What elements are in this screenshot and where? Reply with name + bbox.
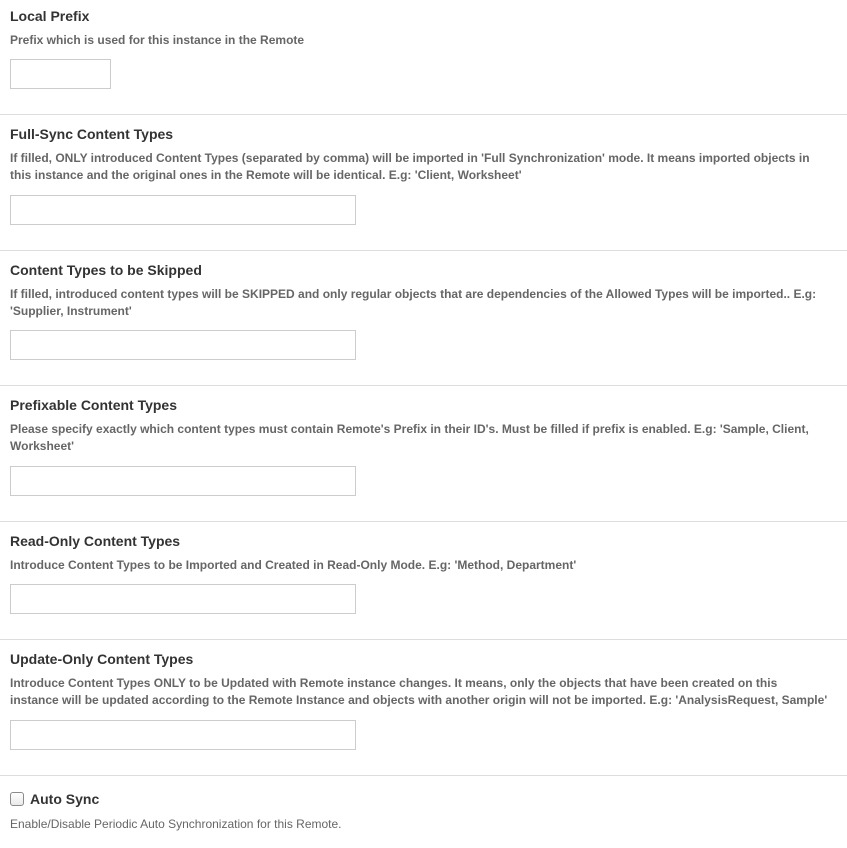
- prefixable-content-types-field: Prefixable Content Types Please specify …: [0, 386, 847, 522]
- skipped-content-types-label: Content Types to be Skipped: [10, 262, 202, 278]
- skipped-content-types-field: Content Types to be Skipped If filled, i…: [0, 251, 847, 386]
- auto-sync-label: Auto Sync: [30, 791, 100, 807]
- full-sync-content-types-field: Full-Sync Content Types If filled, ONLY …: [0, 115, 847, 251]
- full-sync-content-types-help: If filled, ONLY introduced Content Types…: [10, 151, 810, 182]
- update-only-content-types-help: Introduce Content Types ONLY to be Updat…: [10, 676, 828, 707]
- local-prefix-input[interactable]: [10, 59, 111, 89]
- prefixable-content-types-label: Prefixable Content Types: [10, 397, 178, 413]
- read-only-content-types-field: Read-Only Content Types Introduce Conten…: [0, 522, 847, 640]
- read-only-content-types-help: Introduce Content Types to be Imported a…: [10, 558, 577, 572]
- full-sync-content-types-input[interactable]: [10, 195, 356, 225]
- read-only-content-types-input[interactable]: [10, 584, 356, 614]
- auto-sync-toggle[interactable]: Auto Sync: [10, 791, 99, 807]
- prefixable-content-types-help: Please specify exactly which content typ…: [10, 422, 809, 453]
- update-only-content-types-field: Update-Only Content Types Introduce Cont…: [0, 640, 847, 776]
- auto-sync-field: Auto Sync Enable/Disable Periodic Auto S…: [0, 776, 847, 848]
- auto-sync-help: Enable/Disable Periodic Auto Synchroniza…: [10, 817, 342, 831]
- skipped-content-types-help: If filled, introduced content types will…: [10, 287, 817, 318]
- local-prefix-label: Local Prefix: [10, 8, 90, 24]
- local-prefix-field: Local Prefix Prefix which is used for th…: [0, 0, 847, 115]
- skipped-content-types-input[interactable]: [10, 330, 356, 360]
- auto-sync-checkbox[interactable]: [10, 792, 24, 806]
- full-sync-content-types-label: Full-Sync Content Types: [10, 126, 174, 142]
- local-prefix-help: Prefix which is used for this instance i…: [10, 33, 305, 47]
- read-only-content-types-label: Read-Only Content Types: [10, 533, 181, 549]
- prefixable-content-types-input[interactable]: [10, 466, 356, 496]
- update-only-content-types-input[interactable]: [10, 720, 356, 750]
- update-only-content-types-label: Update-Only Content Types: [10, 651, 194, 667]
- sync-settings-form: Local Prefix Prefix which is used for th…: [0, 0, 847, 848]
